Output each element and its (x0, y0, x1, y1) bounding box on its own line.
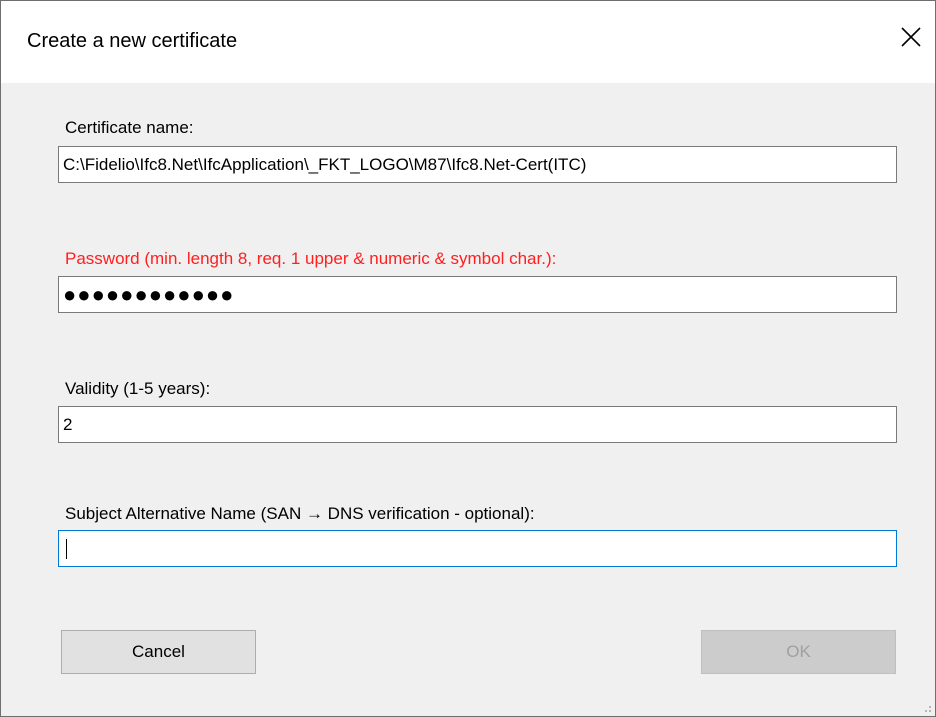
create-certificate-dialog: Create a new certificate Certificate nam… (0, 0, 936, 717)
certificate-name-field[interactable] (58, 146, 897, 183)
title-bar: Create a new certificate (1, 1, 935, 83)
password-field[interactable]: ●●●●●●●●●●●● (58, 276, 897, 313)
validity-field[interactable] (58, 406, 897, 443)
password-masked-value: ●●●●●●●●●●●● (63, 281, 235, 307)
certificate-name-label: Certificate name: (65, 118, 194, 137)
ok-button[interactable]: OK (701, 630, 896, 674)
dialog-title: Create a new certificate (27, 30, 238, 52)
close-icon (901, 27, 921, 47)
resize-grip-icon[interactable] (920, 701, 932, 713)
san-label: Subject Alternative Name (SAN → DNS veri… (65, 504, 535, 523)
password-label: Password (min. length 8, req. 1 upper & … (65, 249, 557, 268)
close-button[interactable] (887, 13, 935, 61)
cancel-button[interactable]: Cancel (61, 630, 256, 674)
san-field[interactable] (58, 530, 897, 567)
text-cursor (66, 539, 67, 559)
validity-label: Validity (1-5 years): (65, 379, 211, 398)
